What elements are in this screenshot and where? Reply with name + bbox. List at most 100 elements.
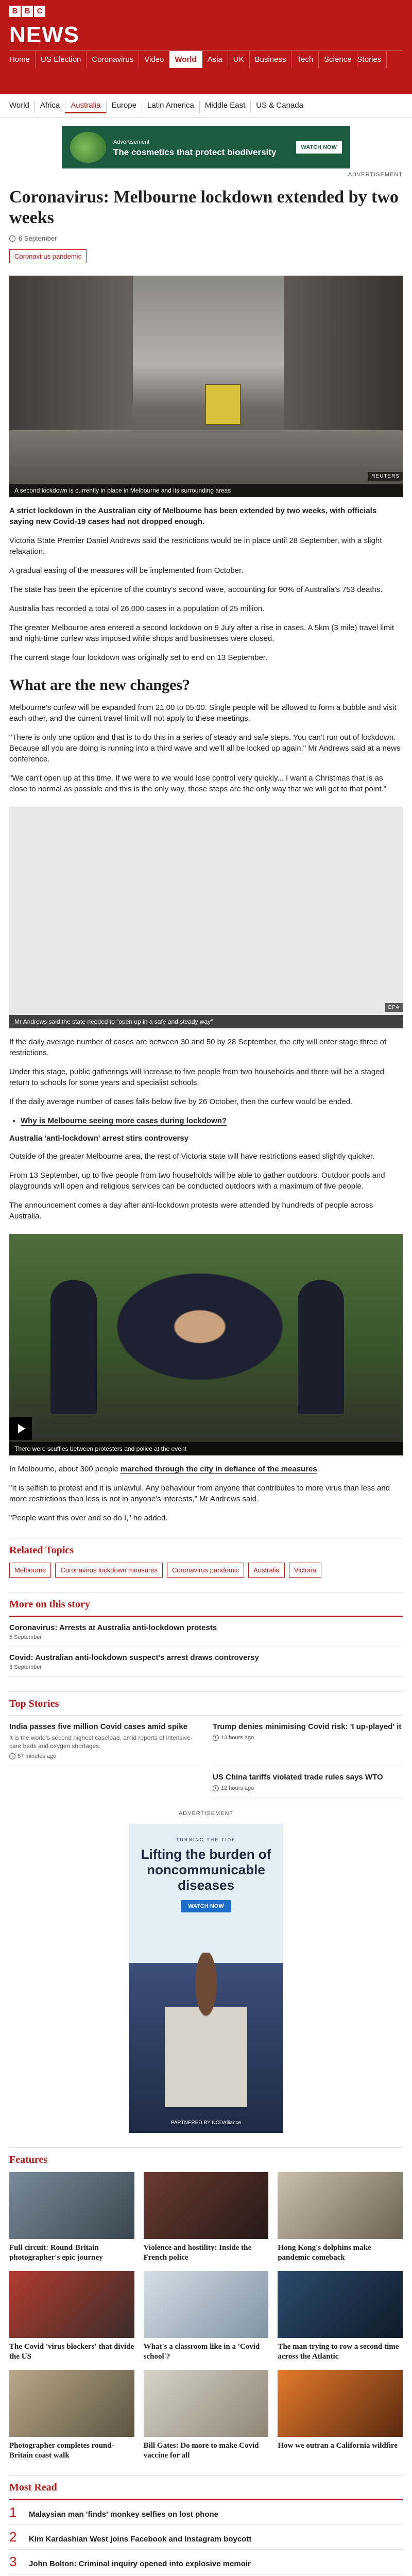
most-read-title-text[interactable]: John Bolton: Criminal inquiry opened int… — [29, 2560, 251, 2568]
article-title: Coronavirus: Melbourne lockdown extended… — [9, 188, 399, 227]
nav-item-business[interactable]: Business — [250, 51, 292, 68]
top-story[interactable]: Trump denies minimising Covid risk: 'I u… — [213, 1716, 403, 1766]
top-story-title[interactable]: India passes five million Covid cases am… — [9, 1722, 199, 1732]
subnav-item-latin-america[interactable]: Latin America — [141, 101, 199, 113]
subheading: What are the new changes? — [9, 676, 191, 693]
most-read-item[interactable]: 3 John Bolton: Criminal inquiry opened in… — [9, 2550, 403, 2574]
nav-item-stories[interactable]: Stories — [357, 51, 387, 68]
feature-card[interactable]: The man trying to row a second time acro… — [278, 2271, 403, 2362]
protest-photo — [9, 1234, 403, 1455]
nav-item-world[interactable]: World — [169, 51, 202, 68]
feature-card[interactable]: Full circuit: Round-Britain photographer… — [9, 2172, 134, 2263]
story-link[interactable]: Covid: Australian anti-lockdown suspect'… — [9, 1647, 403, 1677]
features-title: Features — [9, 2147, 403, 2166]
melbourne-street-photo — [9, 276, 403, 497]
top-story-title[interactable]: US China tariffs violated trade rules sa… — [213, 1772, 403, 1782]
feature-title[interactable]: The Covid 'virus blockers' that divide t… — [9, 2342, 134, 2362]
rank-number: 2 — [9, 2529, 17, 2545]
banner-ad-small: Advertisement — [113, 139, 150, 145]
video-player[interactable]: EPA Mr Andrews said the state needed to … — [9, 807, 403, 1028]
nav-item-home[interactable]: Home — [9, 51, 36, 68]
protest-video[interactable]: There were scuffles between protesters a… — [9, 1234, 403, 1455]
feature-card[interactable]: What's a classroom like in a 'Covid scho… — [143, 2271, 269, 2362]
subnav-item-australia[interactable]: Australia — [65, 101, 106, 113]
feature-title[interactable]: How we outran a California wildfire — [278, 2441, 403, 2451]
subnav-item-world[interactable]: World — [9, 101, 35, 113]
story-title[interactable]: Coronavirus: Arrests at Australia anti-l… — [9, 1623, 403, 1632]
article-body: A strict lockdown in the Australian city… — [9, 505, 403, 1523]
topic-chip[interactable]: Australia — [248, 1563, 285, 1578]
nav-item-uk[interactable]: UK — [228, 51, 250, 68]
banner-ad[interactable]: Advertisement The cosmetics that protect… — [62, 126, 350, 168]
leaf-icon — [70, 132, 106, 163]
related-topics-title: Related Topics — [9, 1538, 403, 1556]
feature-title[interactable]: What's a classroom like in a 'Covid scho… — [144, 2342, 269, 2362]
subnav-item-us-canada[interactable]: US & Canada — [250, 101, 308, 113]
clock-icon — [9, 235, 15, 242]
square-ad[interactable]: TURNING THE TIDE Lifting the burden of n… — [129, 1824, 283, 2133]
feature-image — [9, 2370, 134, 2437]
most-read-item[interactable]: 2 Kim Kardashian West joins Facebook and … — [9, 2525, 403, 2550]
nav-item-science[interactable]: Science — [319, 51, 357, 68]
article-paragraph: Victoria State Premier Daniel Andrews sa… — [9, 536, 382, 556]
top-story-title[interactable]: Trump denies minimising Covid risk: 'I u… — [213, 1722, 403, 1732]
nav-item-asia[interactable]: Asia — [202, 51, 228, 68]
banner-ad-text: Advertisement The cosmetics that protect… — [113, 137, 296, 158]
feature-title[interactable]: Hong Kong's dolphins make pandemic comeb… — [278, 2243, 403, 2263]
feature-card[interactable]: Violence and hostility: Inside the Frenc… — [143, 2172, 269, 2263]
nav-item-us-election[interactable]: US Election — [36, 51, 87, 68]
feature-card[interactable]: Hong Kong's dolphins make pandemic comeb… — [278, 2172, 403, 2263]
article-date: 6 September — [19, 234, 57, 242]
top-story[interactable] — [9, 1766, 199, 1798]
sub-nav: World Africa Australia Europe Latin Amer… — [0, 94, 412, 118]
topic-chip[interactable]: Coronavirus pandemic — [167, 1563, 245, 1578]
related-link[interactable]: Why is Melbourne seeing more cases durin… — [21, 1115, 403, 1127]
nav-item-video[interactable]: Video — [139, 51, 170, 68]
ad-cta-button[interactable]: WATCH NOW — [181, 1900, 231, 1912]
inline-link[interactable]: marched through the city in defiance of … — [121, 1465, 317, 1474]
feature-card[interactable]: The Covid 'virus blockers' that divide t… — [9, 2271, 134, 2362]
play-icon[interactable] — [9, 1417, 32, 1440]
news-section-title[interactable]: NEWS — [9, 21, 403, 49]
bbc-logo[interactable]: B B C — [9, 6, 45, 17]
time-text: 13 hours ago — [221, 1735, 254, 1741]
most-read-item[interactable]: 1 Malaysian man 'finds' monkey selfies on… — [9, 2500, 403, 2525]
subnav-item-africa[interactable]: Africa — [34, 101, 65, 113]
feature-title[interactable]: Bill Gates: Do more to make Covid vaccin… — [144, 2441, 269, 2461]
crosshead-link[interactable]: Australia 'anti-lockdown' arrest stirs c… — [9, 1134, 403, 1143]
topic-tag[interactable]: Coronavirus pandemic — [9, 249, 87, 263]
feature-card[interactable]: Photographer completes round-Britain coa… — [9, 2370, 134, 2461]
banner-ad-cta-button[interactable]: WATCH NOW — [296, 141, 342, 154]
topic-chip[interactable]: Melbourne — [9, 1563, 52, 1578]
subnav-item-europe[interactable]: Europe — [106, 101, 142, 113]
time-text: 12 hours ago — [221, 1785, 254, 1791]
article-paragraph: The current stage four lockdown was orig… — [9, 653, 268, 662]
feature-title[interactable]: The man trying to row a second time acro… — [278, 2342, 403, 2362]
story-link[interactable]: Coronavirus: Arrests at Australia anti-l… — [9, 1617, 403, 1647]
feature-card[interactable]: Bill Gates: Do more to make Covid vaccin… — [143, 2370, 269, 2461]
story-title[interactable]: Covid: Australian anti-lockdown suspect'… — [9, 1653, 403, 1662]
top-story[interactable]: US China tariffs violated trade rules sa… — [213, 1766, 403, 1798]
nav-item-tech[interactable]: Tech — [291, 51, 319, 68]
feature-title[interactable]: Photographer completes round-Britain coa… — [9, 2441, 134, 2461]
nav-item-coronavirus[interactable]: Coronavirus — [87, 51, 140, 68]
building-left — [9, 276, 133, 446]
topic-chip[interactable]: Coronavirus lockdown measures — [55, 1563, 163, 1578]
feature-title[interactable]: Full circuit: Round-Britain photographer… — [9, 2243, 134, 2263]
feature-card[interactable]: How we outran a California wildfire — [278, 2370, 403, 2461]
related-link-text[interactable]: Why is Melbourne seeing more cases durin… — [21, 1116, 227, 1126]
paragraph-text: In Melbourne, about 300 people — [9, 1465, 121, 1473]
top-story[interactable]: India passes five million Covid cases am… — [9, 1716, 199, 1766]
topic-chip[interactable]: Victoria — [288, 1563, 321, 1578]
article-meta: 6 September — [9, 234, 403, 242]
video-caption: There were scuffles between protesters a… — [9, 1442, 403, 1455]
most-read-title-text[interactable]: Kim Kardashian West joins Facebook and I… — [29, 2535, 251, 2544]
story-date: 5 September — [9, 1634, 42, 1640]
feature-image — [278, 2370, 403, 2437]
more-on-story-list: Coronavirus: Arrests at Australia anti-l… — [9, 1616, 403, 1677]
article-paragraph: In Melbourne, about 300 people marched t… — [9, 1464, 403, 1475]
article-intro: A strict lockdown in the Australian city… — [9, 506, 377, 526]
most-read-title-text[interactable]: Malaysian man 'finds' monkey selfies on … — [29, 2510, 218, 2519]
subnav-item-middle-east[interactable]: Middle East — [199, 101, 250, 113]
feature-title[interactable]: Violence and hostility: Inside the Frenc… — [144, 2243, 269, 2263]
